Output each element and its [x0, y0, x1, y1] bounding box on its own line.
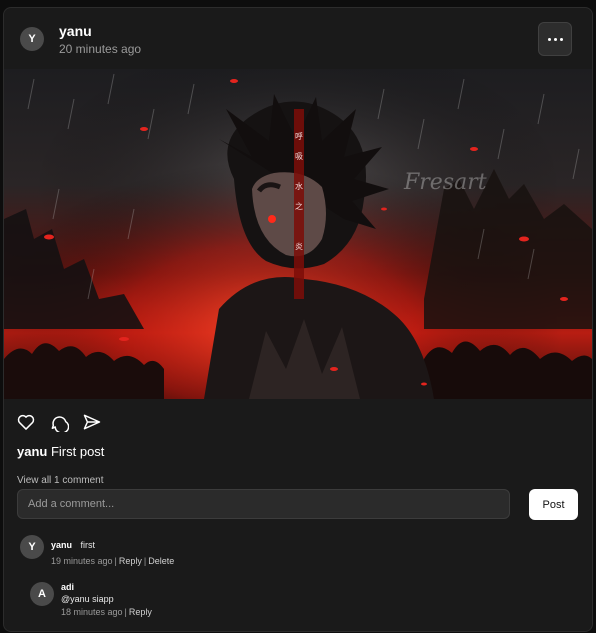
post-card: Y yanu 20 minutes ago 呼 吸 水 之 炎 Fresart … [3, 7, 593, 632]
post-comment-button[interactable]: Post [529, 489, 578, 520]
speech-bubble-icon[interactable] [49, 412, 69, 432]
author-avatar[interactable]: Y [20, 27, 44, 51]
image-watermark: Fresart [403, 170, 487, 195]
vertical-kanji-2: 吸 [295, 152, 303, 161]
post-header: Y yanu 20 minutes ago [4, 8, 592, 70]
vertical-kanji-4: 之 [295, 201, 303, 211]
reply-text: @yanu siapp [61, 594, 114, 604]
reply-avatar[interactable]: A [30, 582, 54, 606]
comment-input[interactable] [17, 489, 510, 519]
author-username[interactable]: yanu [59, 23, 92, 39]
send-icon[interactable] [82, 412, 102, 432]
heart-icon[interactable] [16, 412, 36, 432]
reply-meta: 18 minutes ago | Reply [61, 607, 152, 617]
post-caption: yanu First post [17, 444, 104, 459]
comment-text: first [80, 540, 95, 550]
more-options-button[interactable] [538, 22, 572, 56]
vertical-kanji-1: 呼 [295, 131, 303, 141]
comment-avatar[interactable]: Y [20, 535, 44, 559]
comment-body: yanu first 19 minutes ago | Reply | Delete [51, 535, 174, 566]
reply-body: adi @yanu siapp 18 minutes ago | Reply [61, 582, 152, 617]
ellipsis-icon [546, 37, 564, 41]
vertical-kanji-3: 水 [295, 181, 303, 191]
comment-meta: 19 minutes ago | Reply | Delete [51, 556, 175, 566]
post-actions [16, 412, 102, 434]
post-image-art: 呼 吸 水 之 炎 Fresart [4, 69, 592, 399]
vertical-kanji-5: 炎 [295, 242, 303, 251]
reply-author[interactable]: adi [61, 582, 152, 592]
caption-author[interactable]: yanu [17, 444, 47, 459]
view-all-comments-link[interactable]: View all 1 comment [17, 475, 104, 486]
comment-author[interactable]: yanu [51, 540, 72, 550]
delete-link[interactable]: Delete [148, 556, 174, 566]
post-image[interactable]: 呼 吸 水 之 炎 Fresart [4, 69, 592, 399]
reply-reply-link[interactable]: Reply [129, 607, 152, 617]
caption-text: First post [50, 444, 105, 459]
comment-time: 19 minutes ago [51, 556, 113, 566]
reply-time: 18 minutes ago [61, 607, 123, 617]
reply-link[interactable]: Reply [119, 556, 142, 566]
post-timestamp: 20 minutes ago [59, 42, 142, 56]
